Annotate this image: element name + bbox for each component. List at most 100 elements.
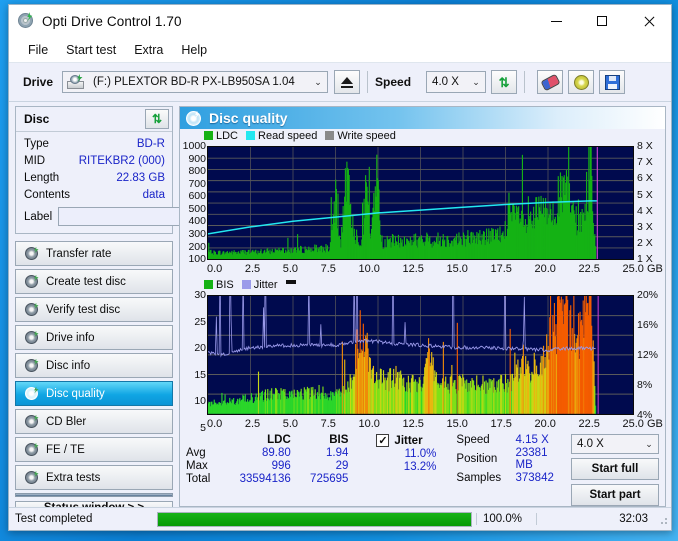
chart2-y2tick: 8% <box>637 379 653 392</box>
disc-tools-button[interactable] <box>568 70 595 94</box>
bis-jitter-chart[interactable]: 30 25 20 15 10 5 20% 16% 12% 8% 4% <box>180 289 665 433</box>
disc-icon <box>24 246 40 261</box>
jitter-checkbox[interactable]: ✓ <box>376 434 390 447</box>
chart2-plot-area <box>207 295 634 415</box>
chart1-ytick: 900 <box>188 152 206 165</box>
start-part-button[interactable]: Start part <box>571 484 659 506</box>
chart2-legend: BIS Jitter <box>180 278 665 291</box>
table-row: 11.0% <box>376 448 442 461</box>
minimize-button[interactable] <box>533 5 579 37</box>
chart1-y2tick: 1 X <box>637 253 653 266</box>
eject-icon <box>341 76 354 88</box>
chart1-y-axis: 1000 900 800 700 600 500 400 300 200 100 <box>180 141 206 266</box>
chart1-x-axis: 0.0 2.5 5.0 7.5 10.0 12.5 15.0 17.5 20.0… <box>207 263 663 275</box>
sidebar-item-fe-te[interactable]: FE / TE <box>15 437 173 462</box>
sidebar-item-cd-bler[interactable]: CD Bler <box>15 409 173 434</box>
speed-stat-value: 4.15 X <box>515 434 549 446</box>
max-bis-value: 29 <box>335 460 349 472</box>
chart1-xtick: 7.5 <box>320 263 336 276</box>
sidebar-item-transfer-rate[interactable]: Transfer rate <box>15 241 173 266</box>
app-disc-lightning-icon <box>17 12 35 30</box>
table-row: Position 23381 MB <box>456 447 571 472</box>
ldc-chart[interactable]: 1000 900 800 700 600 500 400 300 200 100 <box>180 140 665 266</box>
disc-field-type-label: Type <box>24 137 49 150</box>
sidebar-item-disc-info[interactable]: Disc info <box>15 353 173 378</box>
chart1-xtick: 17.5 <box>490 263 512 276</box>
table-row: Total 33594136 725695 <box>186 473 354 486</box>
chart1-svg <box>208 147 633 260</box>
save-icon <box>604 74 620 90</box>
menu-item-extra[interactable]: Extra <box>125 41 172 59</box>
sidebar: Disc ⇅ Type BD-R MID RITEKBR2 (000) Leng… <box>9 102 229 515</box>
legend-label-jitter: Jitter <box>253 278 278 291</box>
resize-grip[interactable] <box>656 513 668 525</box>
sidebar-item-label: Drive info <box>46 331 95 344</box>
close-button[interactable] <box>625 5 671 37</box>
maximize-button[interactable] <box>579 5 625 37</box>
disc-icon <box>24 358 40 373</box>
chart1-y2tick: 4 X <box>637 204 653 217</box>
erase-button[interactable] <box>537 70 564 94</box>
max-ldc-value: 996 <box>271 460 291 472</box>
disc-group-header: Disc ⇅ <box>16 107 172 132</box>
chart2-ytick: 30 <box>194 289 206 302</box>
main-body: Disc ⇅ Type BD-R MID RITEKBR2 (000) Leng… <box>9 102 671 515</box>
eraser-icon <box>539 73 561 91</box>
refresh-icon: ⇅ <box>151 112 163 126</box>
test-speed-value: 4.0 X <box>577 438 604 450</box>
start-full-button[interactable]: Start full <box>571 458 659 480</box>
position-stat-value: 23381 MB <box>515 447 548 471</box>
max-jitter-value: 13.2% <box>403 461 437 473</box>
sidebar-item-extra-tests[interactable]: Extra tests <box>15 465 173 490</box>
error-stats-table: LDC BIS Avg 89.80 1.94 Max 996 29 Total … <box>186 434 354 486</box>
chart1-ytick: 500 <box>188 202 206 215</box>
chart1-y2tick: 5 X <box>637 188 653 201</box>
chart2-ytick: 25 <box>194 315 206 328</box>
menu-item-start-test[interactable]: Start test <box>57 41 125 59</box>
drive-select[interactable]: (F:) PLEXTOR BD-R PX-LB950SA 1.04 ⌄ <box>62 71 329 93</box>
sidebar-item-drive-info[interactable]: Drive info <box>15 325 173 350</box>
legend-marker-icon <box>285 279 296 284</box>
chart1-ytick: 400 <box>188 215 206 228</box>
chart2-ytick: 15 <box>194 368 206 381</box>
toolbar: Drive (F:) PLEXTOR BD-R PX-LB950SA 1.04 … <box>9 63 671 102</box>
chart2-xtick: 17.5 <box>490 418 512 430</box>
chart1-ytick: 100 <box>188 253 206 266</box>
table-header-row: LDC BIS <box>186 434 354 447</box>
jitter-label: Jitter <box>394 434 423 447</box>
speed-select[interactable]: 4.0 X ⌄ <box>426 71 487 93</box>
toolbar-divider-1 <box>367 71 369 93</box>
speed-label: Speed <box>375 75 412 89</box>
legend-swatch-jitter <box>241 280 251 290</box>
eject-button[interactable] <box>334 70 361 94</box>
chart1-xtick: 2.5 <box>244 263 261 276</box>
position-stat-label: Position <box>456 453 498 465</box>
disc-refresh-button[interactable]: ⇅ <box>145 109 169 129</box>
chart1-y2tick: 8 X <box>637 140 653 153</box>
samples-stat-value: 373842 <box>515 472 554 484</box>
save-button[interactable] <box>599 70 626 94</box>
sidebar-spacer <box>15 493 173 497</box>
total-ldc-value: 33594136 <box>239 473 291 485</box>
menu-item-help[interactable]: Help <box>172 41 216 59</box>
chart2-y-axis: 30 25 20 15 10 5 <box>180 289 206 433</box>
sidebar-item-label: Disc info <box>46 359 91 372</box>
chart1-xtick: 10.0 <box>358 263 380 276</box>
chevron-down-icon: ⌄ <box>314 76 322 87</box>
disc-field-mid-value: RITEKBR2 (000) <box>78 154 165 167</box>
menu-item-file[interactable]: File <box>19 41 57 59</box>
row-label-total: Total <box>186 473 211 485</box>
sidebar-item-create-test-disc[interactable]: Create test disc <box>15 269 173 294</box>
sidebar-item-disc-quality[interactable]: Disc quality <box>15 381 173 406</box>
sidebar-item-verify-test-disc[interactable]: Verify test disc <box>15 297 173 322</box>
test-speed-select[interactable]: 4.0 X ⌄ <box>571 434 659 454</box>
legend-swatch-bis <box>204 280 213 290</box>
chart1-ytick: 700 <box>188 177 206 190</box>
disc-field-mid-label: MID <box>24 154 46 167</box>
disc-icon <box>24 274 40 289</box>
table-row: Samples 373842 <box>456 472 571 485</box>
status-bar: Test completed 100.0% 32:03 <box>9 507 671 530</box>
refresh-button[interactable]: ⇅ <box>491 70 518 94</box>
legend-swatch-write-speed <box>325 131 335 141</box>
disc-tools-icon <box>573 74 589 90</box>
